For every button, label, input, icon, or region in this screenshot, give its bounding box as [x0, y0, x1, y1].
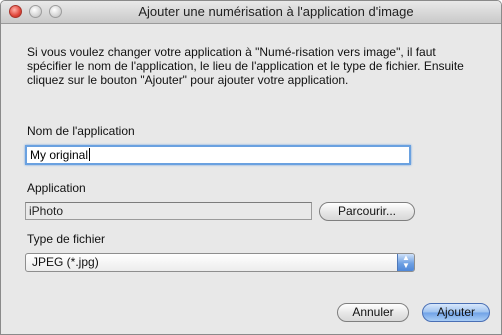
- dialog-window: Ajouter une numérisation à l'application…: [0, 0, 502, 335]
- minimize-window-button[interactable]: [29, 5, 42, 18]
- application-path-field: iPhoto: [25, 202, 312, 220]
- add-button[interactable]: Ajouter: [422, 303, 490, 322]
- file-type-selected-value: JPEG (*.jpg): [32, 255, 99, 269]
- file-type-label: Type de fichier: [27, 232, 106, 246]
- cancel-button[interactable]: Annuler: [337, 303, 409, 322]
- text-caret: [89, 148, 91, 161]
- window-title: Ajouter une numérisation à l'application…: [138, 4, 414, 19]
- app-name-input[interactable]: My original: [25, 145, 411, 165]
- application-label: Application: [27, 181, 86, 195]
- title-bar: Ajouter une numérisation à l'application…: [1, 1, 501, 24]
- select-arrows-icon: ▲ ▼: [397, 254, 414, 271]
- instructions-text: Si vous voulez changer votre application…: [27, 45, 464, 87]
- app-name-label: Nom de l'application: [27, 124, 135, 138]
- app-name-value: My original: [30, 148, 89, 162]
- file-type-select[interactable]: JPEG (*.jpg) ▲ ▼: [25, 253, 415, 272]
- zoom-window-button[interactable]: [49, 5, 62, 18]
- close-window-button[interactable]: [9, 5, 22, 18]
- browse-button[interactable]: Parcourir...: [319, 202, 415, 221]
